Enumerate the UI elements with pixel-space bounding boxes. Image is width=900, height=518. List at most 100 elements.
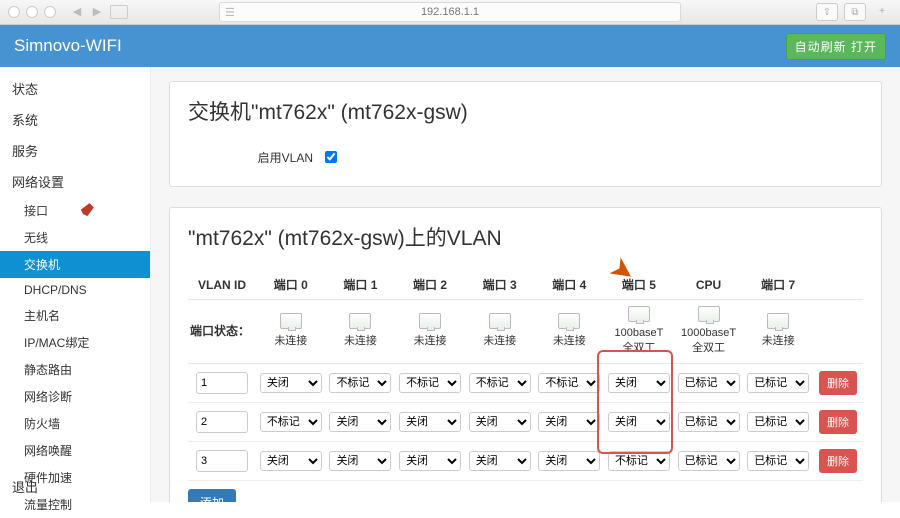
sidebar-item-services[interactable]: 服务 xyxy=(0,135,150,166)
th-port-1: 端口 1 xyxy=(326,270,396,300)
enable-vlan-checkbox[interactable] xyxy=(325,151,337,163)
minimize-window-icon[interactable] xyxy=(26,6,38,18)
th-cpu: CPU xyxy=(674,270,744,300)
th-port-3: 端口 3 xyxy=(465,270,535,300)
port4-select[interactable]: 不标记 xyxy=(538,373,600,393)
ethernet-port-icon xyxy=(280,313,302,329)
delete-row-button[interactable]: 删除 xyxy=(819,449,857,473)
vlan-table-header-row: VLAN ID 端口 0 端口 1 端口 2 端口 3 端口 4 端口 5 CP… xyxy=(188,270,863,300)
port-status-1: 未连接 xyxy=(344,335,377,347)
ethernet-port-icon xyxy=(698,306,720,322)
sidebar-item-network[interactable]: 网络设置 xyxy=(0,166,150,197)
vlan-id-input[interactable] xyxy=(196,450,248,472)
port4-select[interactable]: 关闭 xyxy=(538,451,600,471)
port3-select[interactable]: 关闭 xyxy=(469,451,531,471)
port0-select[interactable]: 关闭 xyxy=(260,373,322,393)
port-status-label: 端口状态： xyxy=(188,300,256,364)
port0-select[interactable]: 不标记 xyxy=(260,412,322,432)
tabs-icon[interactable]: ⧉ xyxy=(844,3,866,21)
port3-select[interactable]: 不标记 xyxy=(469,373,531,393)
ethernet-port-icon xyxy=(349,313,371,329)
cpu-select[interactable]: 已标记 xyxy=(678,412,740,432)
sidebar-item-system[interactable]: 系统 xyxy=(0,104,150,135)
reader-icon: ☰ xyxy=(225,6,235,19)
port-status-0: 未连接 xyxy=(274,335,307,347)
th-port-5: 端口 5 xyxy=(604,270,674,300)
enable-vlan-label: 启用VLAN xyxy=(188,149,321,166)
sidebar-sub-firewall[interactable]: 防火墙 xyxy=(0,410,150,437)
port4-select[interactable]: 关闭 xyxy=(538,412,600,432)
port-status-2: 未连接 xyxy=(414,335,447,347)
sidebar-sub-ipmac[interactable]: IP/MAC绑定 xyxy=(0,329,150,356)
port-status-3: 未连接 xyxy=(483,335,516,347)
back-icon[interactable]: ◀ xyxy=(70,5,84,19)
vlan-row: 关闭 关闭 关闭 关闭 关闭 不标记 已标记 已标记 删除 xyxy=(188,442,863,481)
th-port-2: 端口 2 xyxy=(395,270,465,300)
close-window-icon[interactable] xyxy=(8,6,20,18)
port-status-6: 1000baseT 全双工 xyxy=(681,327,736,354)
browser-right-icons: ⇪ ⧉ + xyxy=(816,3,892,21)
zoom-window-icon[interactable] xyxy=(44,6,56,18)
ethernet-port-icon xyxy=(767,313,789,329)
port7-select[interactable]: 已标记 xyxy=(747,373,809,393)
port-status-row: 端口状态： 未连接 未连接 未连接 未连接 未连接 100baseT 全双工 1… xyxy=(188,300,863,364)
vlan-id-input[interactable] xyxy=(196,372,248,394)
port5-select[interactable]: 关闭 xyxy=(608,373,670,393)
sidebar-sub-hostname[interactable]: 主机名 xyxy=(0,302,150,329)
port2-select[interactable]: 不标记 xyxy=(399,373,461,393)
share-icon[interactable]: ⇪ xyxy=(816,3,838,21)
forward-icon[interactable]: ▶ xyxy=(90,5,104,19)
cpu-select[interactable]: 已标记 xyxy=(678,451,740,471)
port7-select[interactable]: 已标记 xyxy=(747,412,809,432)
port0-select[interactable]: 关闭 xyxy=(260,451,322,471)
port2-select[interactable]: 关闭 xyxy=(399,412,461,432)
add-row-button[interactable]: 添加 xyxy=(188,489,236,502)
th-port-7: 端口 7 xyxy=(743,270,813,300)
logout-link[interactable]: 退出 xyxy=(12,477,38,496)
cpu-select[interactable]: 已标记 xyxy=(678,373,740,393)
app-header: Simnovo-WIFI 自动刷新 打开 xyxy=(0,25,900,67)
url-text: 192.168.1.1 xyxy=(421,6,479,18)
vlan-id-input[interactable] xyxy=(196,411,248,433)
port5-select[interactable]: 不标记 xyxy=(608,451,670,471)
port-status-7: 未连接 xyxy=(762,335,795,347)
port-status-4: 未连接 xyxy=(553,335,586,347)
brand-title: Simnovo-WIFI xyxy=(14,36,122,56)
sidebar-sub-switch[interactable]: 交换机 xyxy=(0,251,150,278)
port-status-5: 100baseT 全双工 xyxy=(614,327,663,354)
delete-row-button[interactable]: 删除 xyxy=(819,371,857,395)
ethernet-port-icon xyxy=(558,313,580,329)
switch-panel-title: 交换机"mt762x" (mt762x-gsw) xyxy=(188,96,863,126)
new-tab-icon[interactable]: + xyxy=(872,3,892,19)
sidebar-item-status[interactable]: 状态 xyxy=(0,73,150,104)
sidebar-sub-dhcpdns[interactable]: DHCP/DNS xyxy=(0,278,150,302)
sidebar-sub-wireless[interactable]: 无线 xyxy=(0,224,150,251)
browser-chrome: ◀ ▶ ☰ 192.168.1.1 ⇪ ⧉ + xyxy=(0,0,900,25)
port1-select[interactable]: 关闭 xyxy=(329,412,391,432)
delete-row-button[interactable]: 删除 xyxy=(819,410,857,434)
vlan-row: 关闭 不标记 不标记 不标记 不标记 关闭 已标记 已标记 删除 xyxy=(188,364,863,403)
auto-refresh-button[interactable]: 自动刷新 打开 xyxy=(786,33,886,60)
url-bar[interactable]: ☰ 192.168.1.1 xyxy=(219,2,681,22)
browser-nav: ◀ ▶ xyxy=(70,5,128,19)
vlan-panel: "mt762x" (mt762x-gsw)上的VLAN VLAN ID 端口 0… xyxy=(169,207,882,502)
port7-select[interactable]: 已标记 xyxy=(747,451,809,471)
th-port-4: 端口 4 xyxy=(535,270,605,300)
port1-select[interactable]: 不标记 xyxy=(329,373,391,393)
port3-select[interactable]: 关闭 xyxy=(469,412,531,432)
th-port-0: 端口 0 xyxy=(256,270,326,300)
ethernet-port-icon xyxy=(628,306,650,322)
switch-panel: 交换机"mt762x" (mt762x-gsw) 启用VLAN xyxy=(169,81,882,187)
port2-select[interactable]: 关闭 xyxy=(399,451,461,471)
ethernet-port-icon xyxy=(489,313,511,329)
th-vlan-id: VLAN ID xyxy=(188,270,256,300)
port1-select[interactable]: 关闭 xyxy=(329,451,391,471)
sidebar: 状态 系统 服务 网络设置 接口 无线 交换机 DHCP/DNS 主机名 IP/… xyxy=(0,67,151,502)
traffic-lights xyxy=(8,6,56,18)
sidebar-sub-interfaces[interactable]: 接口 xyxy=(0,197,150,224)
sidebar-sub-static-route[interactable]: 静态路由 xyxy=(0,356,150,383)
port5-select[interactable]: 关闭 xyxy=(608,412,670,432)
sidebar-toggle-icon[interactable] xyxy=(110,5,128,19)
sidebar-sub-wol[interactable]: 网络唤醒 xyxy=(0,437,150,464)
sidebar-sub-diagnostics[interactable]: 网络诊断 xyxy=(0,383,150,410)
